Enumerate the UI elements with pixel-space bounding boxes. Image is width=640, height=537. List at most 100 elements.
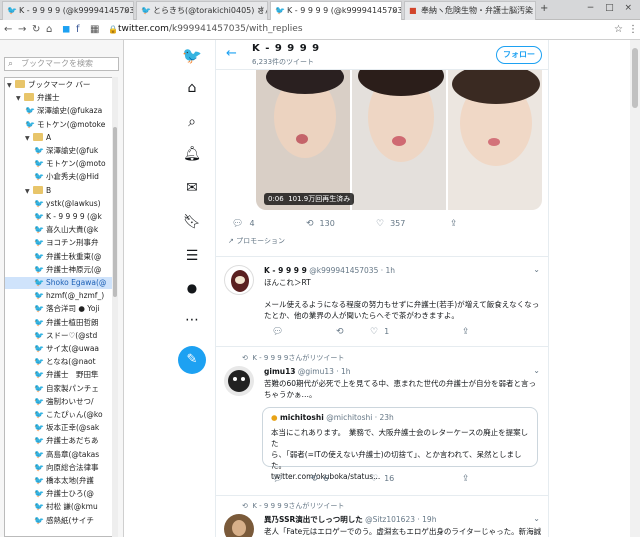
- video-thumbnail-2[interactable]: [352, 70, 446, 210]
- window-controls[interactable]: − □ ×: [587, 3, 636, 13]
- bookmark-item[interactable]: 🐦 Shoko Egawa(@: [5, 277, 115, 289]
- video-thumbnail-3[interactable]: [448, 70, 542, 210]
- bookmark-item[interactable]: 🐦 深澤諭史(@fuk: [5, 145, 115, 157]
- chevron-down-icon[interactable]: ⌄: [533, 514, 540, 523]
- tab-3-active[interactable]: 🐦 K - 9 9 9 9 (@k999941457035) さ ×: [270, 1, 402, 20]
- bookmark-item[interactable]: 🐦 弁護士植田哲朗: [5, 317, 115, 329]
- bookmark-item[interactable]: 🐦 K - 9 9 9 9 (@k: [5, 211, 115, 223]
- bookmark-item[interactable]: 🐦 小倉秀夫(@Hid: [5, 171, 115, 183]
- expand-arrow-icon[interactable]: ▼: [16, 93, 24, 104]
- menu-icon[interactable]: ⋮: [628, 23, 638, 37]
- bookmark-item[interactable]: 🐦 深澤諭史(@fukaza: [5, 105, 115, 117]
- forward-icon[interactable]: →: [18, 23, 26, 37]
- bookmark-item[interactable]: 🐦 橋本太地(弁護: [5, 475, 115, 487]
- like-action[interactable]: ♡ 16: [370, 473, 394, 485]
- close-tab-icon[interactable]: ×: [257, 2, 264, 19]
- bookmark-item[interactable]: 🐦 ystk(@lawkus): [5, 198, 115, 210]
- bookmark-label: ブックマーク バー: [28, 80, 91, 89]
- home-icon[interactable]: ⌂: [182, 78, 202, 98]
- bookmark-item[interactable]: 🐦 hzmf(@_hzmf_): [5, 290, 115, 302]
- expand-arrow-icon[interactable]: ▼: [25, 133, 33, 144]
- facebook-icon[interactable]: f: [76, 23, 80, 37]
- bookmarks-icon[interactable]: 🔖︎: [182, 212, 202, 232]
- bookmark-item[interactable]: 🐦 高島章(@takas: [5, 449, 115, 461]
- bookmark-item[interactable]: 🐦 自家製パンチェ: [5, 383, 115, 395]
- bookmark-item[interactable]: 🐦 モトケン(@motoke: [5, 119, 115, 131]
- page-scrollbar[interactable]: [630, 40, 640, 537]
- expand-arrow-icon[interactable]: ▼: [25, 186, 33, 197]
- quoted-tweet[interactable]: ● michitoshi @michitoshi · 23h 本当にこれあります…: [262, 407, 538, 481]
- like-action[interactable]: ♡ 1: [370, 326, 389, 338]
- close-tab-icon[interactable]: ×: [123, 2, 130, 19]
- bookmark-item[interactable]: 🐦 喜久山大貴(@k: [5, 224, 115, 236]
- bookmark-item[interactable]: 🐦 弁護士ひろ(@: [5, 488, 115, 500]
- close-tab-icon[interactable]: ×: [525, 2, 532, 19]
- reload-icon[interactable]: ↻: [32, 23, 40, 37]
- more-icon[interactable]: ⋯: [182, 310, 202, 330]
- bookmark-star-icon[interactable]: ☆: [614, 23, 623, 37]
- bookmark-scrollbar[interactable]: [112, 77, 118, 537]
- lists-icon[interactable]: ☰: [182, 246, 202, 266]
- bookmark-item[interactable]: 🐦 となね(@naot: [5, 356, 115, 368]
- bookmark-folder[interactable]: ▼ ブックマーク バー: [5, 79, 115, 91]
- retweet-action[interactable]: ⟲ 130: [306, 218, 335, 230]
- bookmark-item[interactable]: 🐦 サイ太(@uwaa: [5, 343, 115, 355]
- bookmark-folder[interactable]: ▼ A: [5, 132, 115, 144]
- share-action[interactable]: ⇪: [462, 473, 476, 485]
- bookmark-folder[interactable]: ▼ B: [5, 185, 115, 197]
- home-icon[interactable]: ⌂: [46, 23, 52, 37]
- back-arrow-icon[interactable]: ←: [226, 46, 237, 61]
- bookmark-item[interactable]: 🐦 弁護士 野田隼: [5, 369, 115, 381]
- bookmark-item[interactable]: 🐦 モトケン(@moto: [5, 158, 115, 170]
- bookmark-item[interactable]: 🐦 強制わいせつ/: [5, 396, 115, 408]
- messages-envelope-icon[interactable]: ✉: [182, 178, 202, 198]
- retweet-action[interactable]: ⟲ 6: [310, 473, 329, 485]
- expand-arrow-icon[interactable]: ▼: [7, 80, 15, 91]
- bookmark-item[interactable]: 🐦 スドー♡(@std: [5, 330, 115, 342]
- avatar[interactable]: [224, 514, 254, 537]
- back-icon[interactable]: ←: [4, 23, 12, 37]
- address-bar[interactable]: twitter.com/k999941457035/with_replies: [118, 24, 303, 34]
- tab-4[interactable]: ■ 奉納ヽ危険生物・弁護士脳汚染 ×: [404, 1, 536, 20]
- bookmark-item[interactable]: 🐦 弁護士あだちあ: [5, 435, 115, 447]
- chevron-down-icon[interactable]: ⌄: [533, 366, 540, 375]
- avatar[interactable]: [224, 366, 254, 396]
- bookmark-item[interactable]: 🐦 村松 謙(@kmu: [5, 501, 115, 513]
- notifications-bell-icon[interactable]: 🔔︎: [182, 144, 202, 164]
- extension-icon[interactable]: ◼: [62, 23, 70, 37]
- chevron-down-icon[interactable]: ⌄: [533, 265, 540, 274]
- reply-action[interactable]: 💬︎: [272, 473, 289, 485]
- compose-tweet-button[interactable]: ✎: [178, 346, 206, 374]
- bookmark-item[interactable]: 🐦 向原総合法律事: [5, 462, 115, 474]
- extension-icon[interactable]: ▦: [90, 23, 99, 37]
- avatar[interactable]: [224, 265, 254, 295]
- tab-1[interactable]: 🐦 K - 9 9 9 9 (@k999941457035) さ ×: [2, 1, 134, 20]
- reply-action[interactable]: 💬︎: [272, 326, 289, 338]
- like-action[interactable]: ♡ 357: [376, 218, 405, 230]
- follow-button[interactable]: フォロー: [496, 46, 542, 64]
- bookmark-search-input[interactable]: ⌕ ブックマークを検索: [4, 57, 119, 71]
- profile-avatar-icon[interactable]: ●: [182, 278, 202, 298]
- share-action[interactable]: ⇪: [462, 326, 476, 338]
- video-thumbnail-1[interactable]: [256, 70, 350, 210]
- bookmark-label: 弁護士神原元(@: [46, 264, 102, 274]
- new-tab-button[interactable]: +: [540, 3, 548, 14]
- bookmark-item[interactable]: 🐦 坂本正幸(@sak: [5, 422, 115, 434]
- reply-action[interactable]: 💬︎ 4: [232, 218, 255, 230]
- search-icon[interactable]: ⌕: [182, 112, 202, 132]
- bookmark-folder[interactable]: ▼ 弁護士: [5, 92, 115, 104]
- bookmark-item[interactable]: 🐦 こたぴぃん(@ko: [5, 409, 115, 421]
- bookmark-item[interactable]: 🐦 弁護士秋重東(@: [5, 251, 115, 263]
- twitter-logo-icon[interactable]: 🐦: [182, 46, 202, 66]
- tab-2[interactable]: 🐦 とらきち(@torakichi0405) さんの ×: [136, 1, 268, 20]
- bookmark-item[interactable]: 🐦 落合洋司 ● Yoji: [5, 303, 115, 315]
- scrollbar-thumb[interactable]: [632, 48, 638, 108]
- bookmark-item[interactable]: 🐦 弁護士神原元(@: [5, 264, 115, 276]
- retweet-action[interactable]: ⟲: [336, 326, 350, 338]
- tweet-text: ほんこれ＞RT メール使えるようになる程度の努力もせずに弁護士(若手)が増えて飯…: [264, 278, 540, 320]
- scrollbar-thumb[interactable]: [113, 127, 117, 297]
- bookmark-item[interactable]: 🐦 感熱紙(サイチ: [5, 515, 115, 527]
- close-tab-icon[interactable]: ×: [391, 2, 398, 19]
- share-action[interactable]: ⇪: [450, 218, 464, 230]
- bookmark-item[interactable]: 🐦 ヨコチン刑事弁: [5, 237, 115, 249]
